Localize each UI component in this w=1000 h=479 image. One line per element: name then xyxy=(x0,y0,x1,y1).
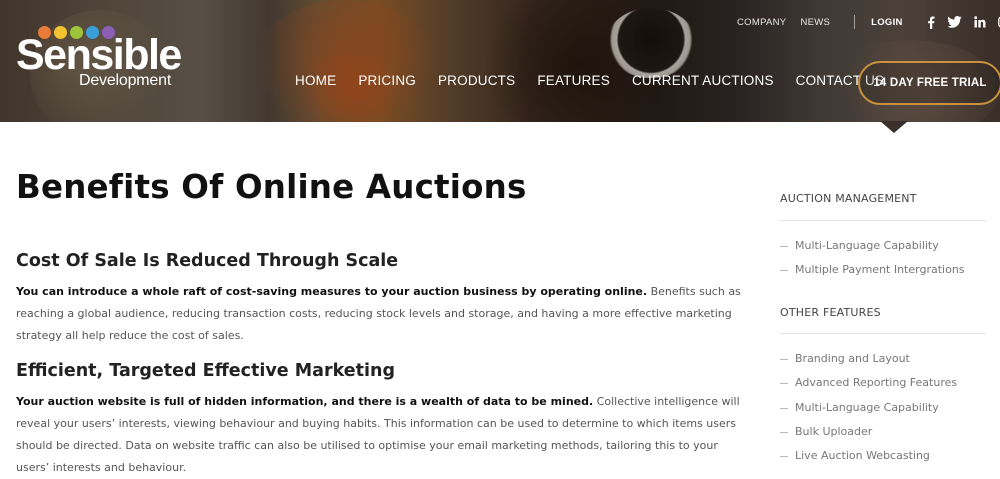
news-link[interactable]: NEWS xyxy=(800,17,830,28)
sidebar-link[interactable]: Bulk Uploader xyxy=(780,425,872,438)
dash-icon xyxy=(780,407,788,409)
section-heading: Efficient, Targeted Effective Marketing xyxy=(16,361,395,381)
divider xyxy=(854,15,856,29)
sidebar-link[interactable]: Multi-Language Capability xyxy=(780,239,939,252)
nav-pricing[interactable]: PRICING xyxy=(358,73,416,88)
nav-current-auctions[interactable]: CURRENT AUCTIONS xyxy=(632,73,774,88)
sidebar-heading: AUCTION MANAGEMENT xyxy=(780,192,917,205)
utility-nav: COMPANY NEWS LOGIN xyxy=(737,15,1000,29)
dash-icon xyxy=(780,245,788,247)
logo-wordmark: Sensible xyxy=(16,31,182,79)
dash-icon xyxy=(780,269,788,271)
nav-features[interactable]: FEATURES xyxy=(537,73,610,88)
site-logo[interactable]: Sensible Development xyxy=(16,26,186,96)
divider xyxy=(780,333,986,334)
page-title: Benefits Of Online Auctions xyxy=(16,168,527,206)
login-link[interactable]: LOGIN xyxy=(871,17,903,28)
sidebar-link[interactable]: Branding and Layout xyxy=(780,352,910,365)
main-nav: HOME PRICING PRODUCTS FEATURES CURRENT A… xyxy=(295,73,906,88)
section-heading: Cost Of Sale Is Reduced Through Scale xyxy=(16,251,399,271)
site-header: Sensible Development COMPANY NEWS LOGIN … xyxy=(0,0,1000,122)
sidebar-link[interactable]: Multi-Language Capability xyxy=(780,401,939,414)
dash-icon xyxy=(780,455,788,457)
sidebar-link[interactable]: Multiple Payment Intergrations xyxy=(780,263,965,276)
linkedin-icon[interactable] xyxy=(974,16,986,28)
logo-subtitle: Development xyxy=(79,72,172,89)
social-links xyxy=(927,16,1000,29)
dash-icon xyxy=(780,431,788,433)
sidebar-heading: OTHER FEATURES xyxy=(780,306,881,319)
divider xyxy=(780,220,986,221)
sidebar-link[interactable]: Live Auction Webcasting xyxy=(780,449,930,462)
dash-icon xyxy=(780,382,788,384)
nav-home[interactable]: HOME xyxy=(295,73,336,88)
nav-products[interactable]: PRODUCTS xyxy=(438,73,515,88)
paragraph-lead: Your auction website is full of hidden i… xyxy=(16,395,594,408)
facebook-icon[interactable] xyxy=(927,16,935,29)
section-paragraph: You can introduce a whole raft of cost-s… xyxy=(16,281,746,347)
twitter-icon[interactable] xyxy=(947,16,962,28)
paragraph-lead: You can introduce a whole raft of cost-s… xyxy=(16,285,648,298)
company-link[interactable]: COMPANY xyxy=(737,17,786,28)
free-trial-button[interactable]: 14 DAY FREE TRIAL xyxy=(858,61,1000,105)
header-notch xyxy=(880,121,908,133)
section-paragraph: Your auction website is full of hidden i… xyxy=(16,391,746,479)
sidebar-link[interactable]: Advanced Reporting Features xyxy=(780,376,957,389)
dash-icon xyxy=(780,358,788,360)
